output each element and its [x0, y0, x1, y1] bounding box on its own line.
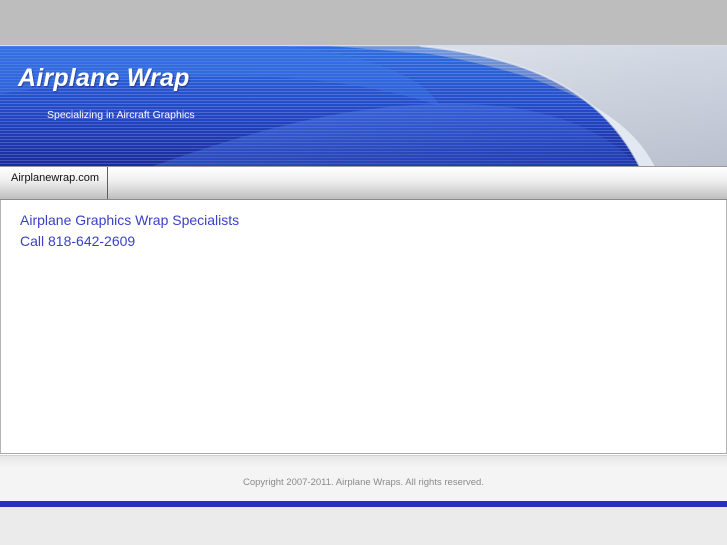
- nav-bar: Airplanewrap.com: [0, 166, 727, 200]
- site-title: Airplane Wrap: [18, 64, 190, 92]
- page-container: Airplane Wrap Specializing in Aircraft G…: [0, 45, 727, 507]
- site-tagline: Specializing in Aircraft Graphics: [47, 109, 195, 121]
- content-phone: Call 818-642-2609: [20, 233, 136, 249]
- site-footer: Copyright 2007-2011. Airplane Wraps. All…: [0, 455, 727, 501]
- site-header: Airplane Wrap Specializing in Aircraft G…: [0, 45, 727, 166]
- footer-stripe: [0, 501, 727, 507]
- copyright-text: Copyright 2007-2011. Airplane Wraps. All…: [243, 477, 484, 488]
- main-content: Airplane Graphics Wrap Specialists Call …: [0, 200, 727, 454]
- content-heading: Airplane Graphics Wrap Specialists: [20, 212, 240, 228]
- top-gray-bar: [0, 0, 727, 45]
- nav-item-home[interactable]: Airplanewrap.com: [0, 167, 109, 199]
